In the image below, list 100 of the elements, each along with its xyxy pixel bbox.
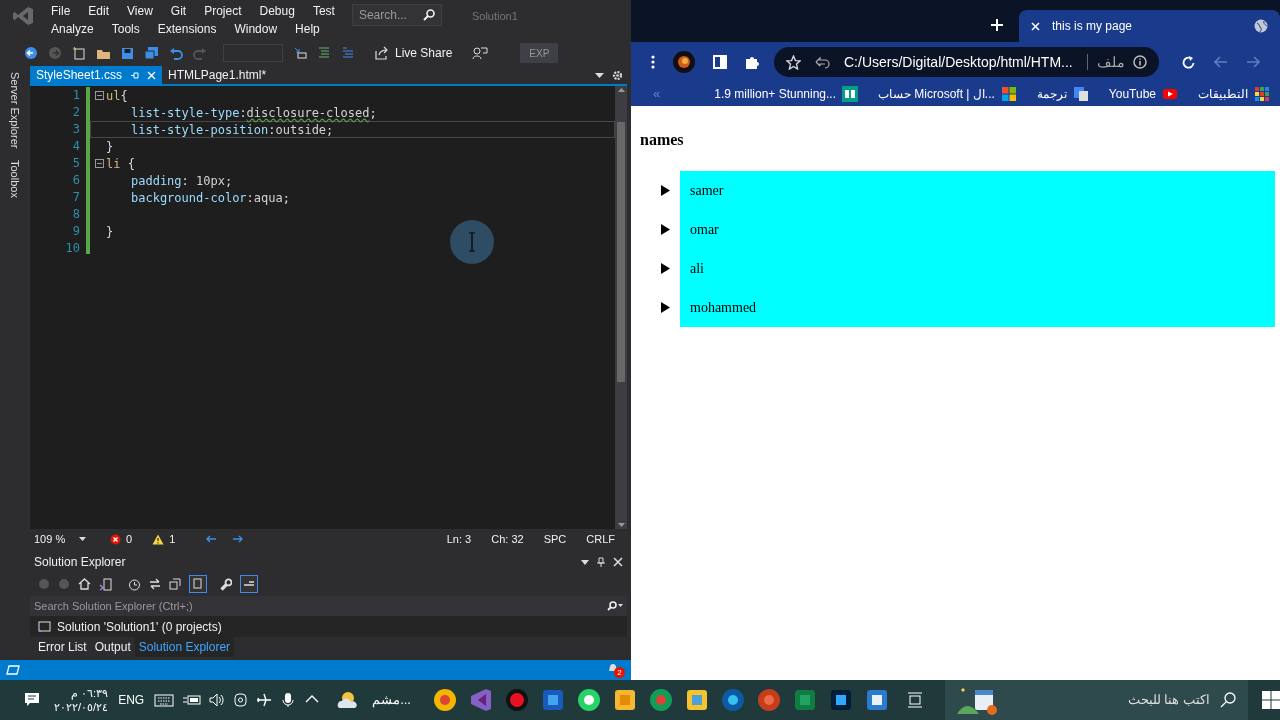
settings-icon[interactable] <box>612 70 623 81</box>
dropdown-icon[interactable] <box>581 559 589 565</box>
notification-bell[interactable]: 2 <box>607 662 625 678</box>
clock[interactable]: ٠٦:٣٩ م ٢٠٢٢/٠٥/٢٤ <box>54 686 109 714</box>
save-icon[interactable] <box>121 46 134 60</box>
collapse-all-icon[interactable] <box>169 578 181 590</box>
star-icon[interactable] <box>786 54 801 70</box>
search-field[interactable]: Search... <box>351 4 442 26</box>
weather-icon[interactable] <box>336 691 359 709</box>
airplane-icon[interactable] <box>256 692 273 708</box>
search-box[interactable]: اكتب هنا للبحث <box>945 680 1248 720</box>
dropdown-icon[interactable] <box>595 72 604 79</box>
menu-item[interactable]: Tools <box>102 20 149 38</box>
menu-item[interactable]: View <box>118 2 162 20</box>
menu-item[interactable]: Test <box>303 2 344 20</box>
side-tab[interactable]: Server Explorer <box>6 72 24 149</box>
app-icon[interactable] <box>721 688 745 712</box>
app-icon[interactable] <box>865 688 889 712</box>
side-tab[interactable]: Toolbox <box>6 160 24 199</box>
browser-tab[interactable]: this is my page <box>1019 10 1280 42</box>
bookmark[interactable]: حساب Microsoft | ال... <box>878 85 1017 103</box>
pin-icon[interactable] <box>597 557 605 567</box>
avatar-icon[interactable] <box>673 51 695 73</box>
search-field[interactable]: اكتب هنا للبحث <box>1009 690 1210 710</box>
app-icon[interactable] <box>685 688 709 712</box>
bookmark[interactable]: YouTube <box>1108 85 1178 103</box>
task-view-icon[interactable] <box>907 692 923 708</box>
new-tab-icon[interactable] <box>991 19 1003 31</box>
pin-icon[interactable] <box>130 70 140 80</box>
menu-item[interactable]: Window <box>225 20 287 38</box>
menu-item[interactable]: Debug <box>250 2 304 20</box>
live-share-button[interactable]: Live Share <box>375 44 453 62</box>
error-icon <box>110 533 121 545</box>
menu-icon[interactable] <box>651 55 655 69</box>
bookmark[interactable]: ترجمة <box>1036 85 1089 103</box>
sync-icon[interactable] <box>149 578 161 590</box>
save-all-icon[interactable] <box>144 46 159 60</box>
spacing-indicator: SPC <box>543 531 567 547</box>
camera-icon[interactable] <box>233 692 249 708</box>
notification-icon[interactable] <box>24 692 40 708</box>
align-icon[interactable] <box>293 46 307 60</box>
microphone-icon[interactable] <box>280 692 297 708</box>
app-icon[interactable] <box>433 688 457 712</box>
menu-item[interactable]: Analyze <box>42 20 103 38</box>
collapse-icon[interactable] <box>95 91 104 100</box>
error-count[interactable]: 0 <box>126 530 133 548</box>
panel-tab[interactable]: Solution Explorer <box>134 637 235 657</box>
scrollbar[interactable] <box>615 86 627 529</box>
menu-item[interactable]: Git <box>161 2 196 20</box>
puzzle-icon[interactable] <box>745 54 760 70</box>
battery-plug-icon[interactable] <box>182 692 202 708</box>
share-icon[interactable] <box>815 55 830 69</box>
menu-item[interactable]: File <box>42 2 80 20</box>
code-token: } <box>106 138 114 156</box>
bookmark[interactable]: التطبيقات <box>1198 85 1270 103</box>
back-icon[interactable] <box>24 46 38 60</box>
windows-logo-icon[interactable] <box>1262 691 1280 709</box>
menu-item[interactable]: Help <box>286 20 329 38</box>
undo-icon[interactable] <box>169 46 183 60</box>
collapse-icon[interactable] <box>95 159 104 168</box>
list-icon[interactable] <box>317 46 331 60</box>
wrench-icon[interactable] <box>219 577 232 591</box>
bookmark[interactable]: 1.9 million+ Stunning... <box>714 85 859 103</box>
exp-button[interactable]: EXP <box>520 43 559 63</box>
menu-item[interactable]: Edit <box>79 2 119 20</box>
search-field[interactable]: Search Solution Explorer (Ctrl+;) <box>30 596 627 616</box>
close-icon[interactable] <box>613 557 623 567</box>
reload-icon[interactable] <box>1181 54 1196 70</box>
panel-tab[interactable]: Error List <box>34 637 91 657</box>
menu-item[interactable]: Project <box>195 2 251 20</box>
document-tab[interactable]: StyleSheet1.css <box>30 66 163 84</box>
menu-item[interactable]: Extensions <box>148 20 226 38</box>
app-icon[interactable] <box>577 688 601 712</box>
show-files-icon[interactable] <box>189 575 207 593</box>
scroll-down-icon[interactable] <box>617 523 625 527</box>
home-icon[interactable] <box>78 578 91 590</box>
history-icon[interactable] <box>128 577 141 591</box>
arrow-left-icon[interactable] <box>205 535 218 543</box>
language-indicator[interactable]: ENG <box>118 691 145 709</box>
info-icon[interactable] <box>1133 55 1147 69</box>
document-tab[interactable]: HTMLPage1.html* <box>162 66 273 84</box>
keyboard-icon[interactable] <box>154 692 175 708</box>
tree-item[interactable]: Solution 'Solution1' (0 projects) <box>30 616 627 637</box>
volume-icon[interactable] <box>209 692 226 708</box>
weather-text[interactable]: مشم... <box>372 690 411 710</box>
scroll-thumb[interactable] <box>617 122 625 382</box>
new-item-icon[interactable] <box>72 46 86 60</box>
arrow-right-icon[interactable] <box>232 535 245 543</box>
side-panel-icon[interactable] <box>713 55 727 69</box>
zoom-dropdown[interactable]: 109 % <box>34 530 90 548</box>
scroll-up-icon[interactable] <box>617 88 625 92</box>
preview-icon[interactable] <box>240 575 258 593</box>
triangle-icon <box>661 302 670 313</box>
feedback-icon[interactable] <box>472 46 489 60</box>
panel-tab[interactable]: Output <box>90 637 135 657</box>
forward-icon[interactable] <box>1246 56 1260 68</box>
app-icon[interactable] <box>613 688 637 712</box>
warning-count[interactable]: 1 <box>169 530 176 548</box>
switch-view-icon[interactable] <box>99 577 112 591</box>
app-icon[interactable] <box>829 688 853 712</box>
